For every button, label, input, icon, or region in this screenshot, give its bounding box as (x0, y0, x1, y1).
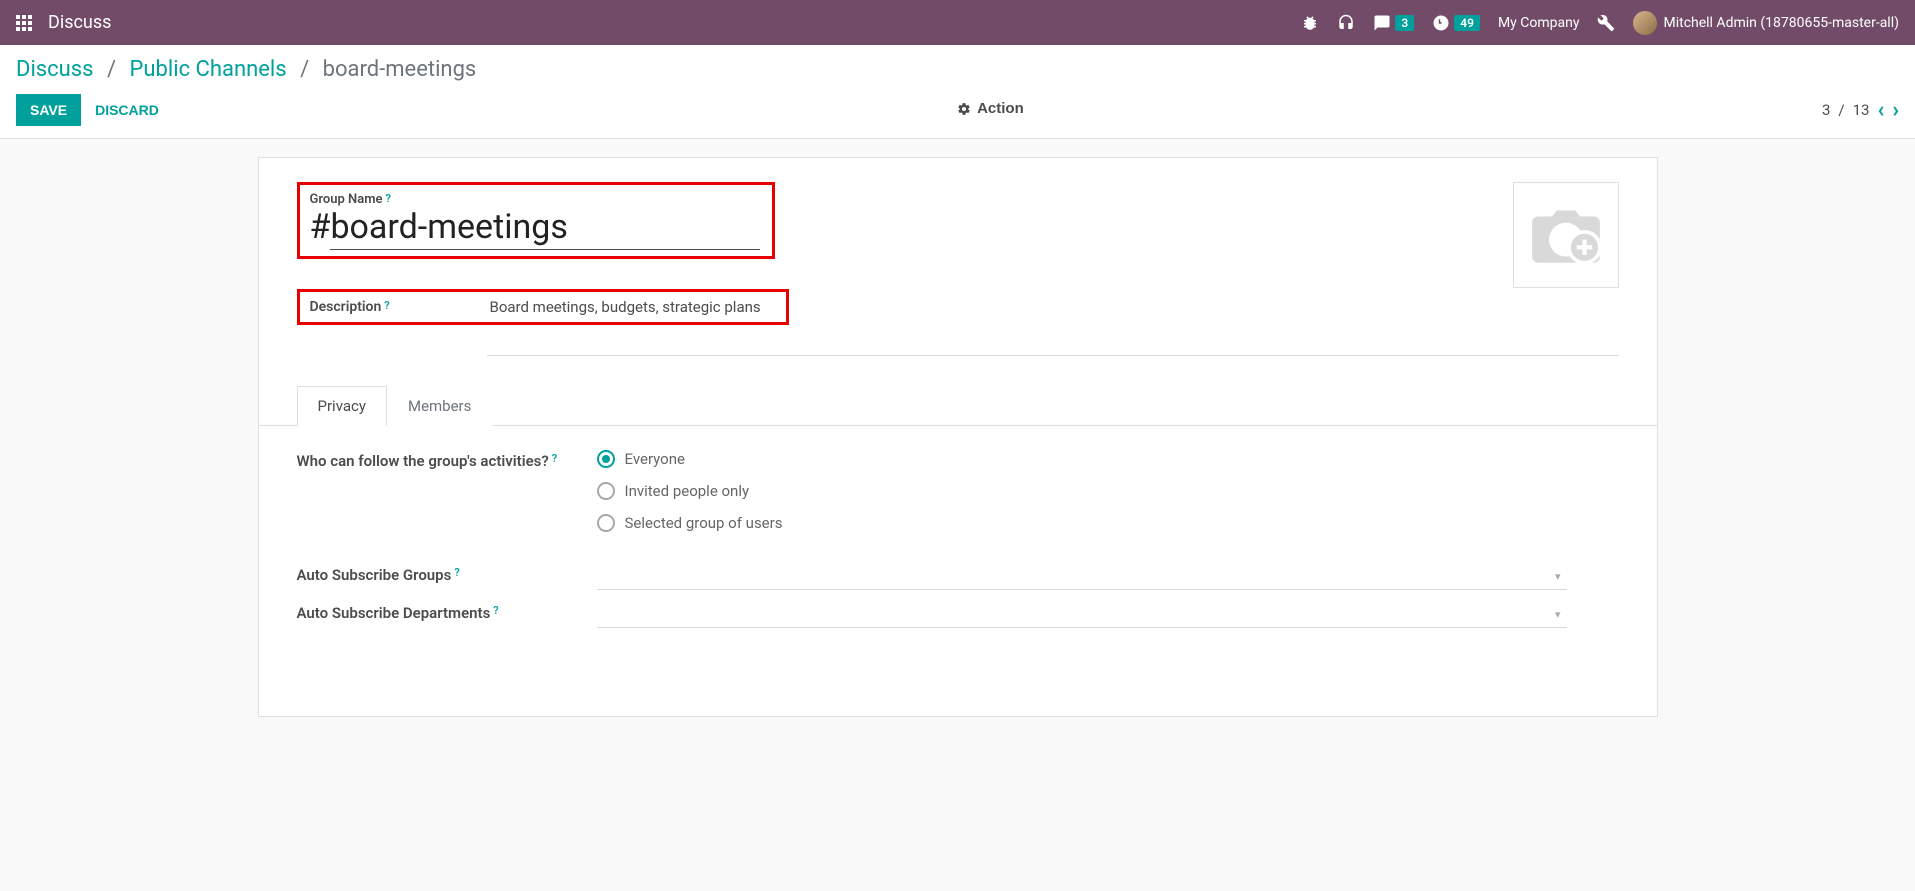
breadcrumb: Discuss / Public Channels / board-meetin… (16, 57, 476, 82)
activities-badge: 49 (1454, 15, 1480, 31)
tab-content-privacy: Who can follow the group's activities? ?… (259, 425, 1657, 628)
radio-group-users[interactable]: Selected group of users (597, 514, 783, 532)
auto-subscribe-groups-label: Auto Subscribe Groups ? (297, 564, 597, 584)
auto-subscribe-departments-select[interactable] (597, 602, 1567, 628)
breadcrumb-root[interactable]: Discuss (16, 57, 94, 82)
activities-icon[interactable]: 49 (1432, 14, 1480, 32)
help-icon[interactable]: ? (385, 192, 390, 205)
tab-privacy[interactable]: Privacy (297, 386, 387, 426)
form-sheet: Group Name ? # Description ? Board meeti… (258, 157, 1658, 717)
group-name-section: Group Name ? # (297, 182, 775, 259)
apps-icon[interactable] (16, 15, 32, 31)
camera-plus-icon (1529, 204, 1603, 266)
messages-icon[interactable]: 3 (1373, 14, 1414, 32)
navbar: Discuss 3 49 My Company Mitchell Admin (… (0, 0, 1915, 45)
auto-subscribe-groups-select[interactable] (597, 564, 1567, 590)
messages-badge: 3 (1395, 15, 1414, 31)
radio-icon (597, 450, 615, 468)
radio-everyone[interactable]: Everyone (597, 450, 783, 468)
tools-icon[interactable] (1597, 14, 1615, 32)
save-button[interactable]: SAVE (16, 94, 81, 126)
auto-subscribe-departments-label: Auto Subscribe Departments ? (297, 602, 597, 622)
channel-image-upload[interactable] (1513, 182, 1619, 288)
help-icon[interactable]: ? (454, 566, 459, 579)
description-label: Description ? (310, 299, 490, 315)
description-section: Description ? Board meetings, budgets, s… (297, 289, 789, 325)
user-menu[interactable]: Mitchell Admin (18780655-master-all) (1633, 11, 1899, 35)
hash-prefix: # (310, 207, 331, 247)
radio-icon (597, 482, 615, 500)
company-selector[interactable]: My Company (1498, 15, 1580, 31)
avatar (1633, 11, 1657, 35)
pager-next-icon[interactable]: › (1892, 98, 1899, 123)
tab-members[interactable]: Members (387, 386, 492, 426)
help-icon[interactable]: ? (493, 604, 498, 617)
who-follow-label: Who can follow the group's activities? ? (297, 450, 597, 470)
pager-prev-icon[interactable]: ‹ (1877, 98, 1884, 123)
radio-invited[interactable]: Invited people only (597, 482, 783, 500)
action-dropdown[interactable]: Action (957, 100, 1024, 117)
radio-icon (597, 514, 615, 532)
group-name-input[interactable] (330, 207, 760, 250)
control-panel: Discuss / Public Channels / board-meetin… (0, 45, 1915, 139)
gear-icon (957, 102, 971, 116)
breadcrumb-section[interactable]: Public Channels (130, 57, 287, 82)
pager-current: 3 (1822, 101, 1830, 119)
pager-total: 13 (1853, 101, 1870, 119)
discard-button[interactable]: DISCARD (95, 102, 159, 118)
breadcrumb-current: board-meetings (323, 57, 477, 82)
app-title[interactable]: Discuss (48, 12, 111, 33)
help-icon[interactable]: ? (384, 299, 389, 312)
privacy-radio-group: Everyone Invited people only Selected gr… (597, 450, 783, 532)
support-icon[interactable] (1337, 14, 1355, 32)
tabs: Privacy Members (297, 386, 1619, 426)
debug-icon[interactable] (1301, 14, 1319, 32)
description-value[interactable]: Board meetings, budgets, strategic plans (490, 298, 761, 316)
pager: 3 / 13 ‹ › (1822, 98, 1899, 123)
group-name-label: Group Name ? (310, 192, 391, 207)
help-icon[interactable]: ? (552, 452, 557, 465)
